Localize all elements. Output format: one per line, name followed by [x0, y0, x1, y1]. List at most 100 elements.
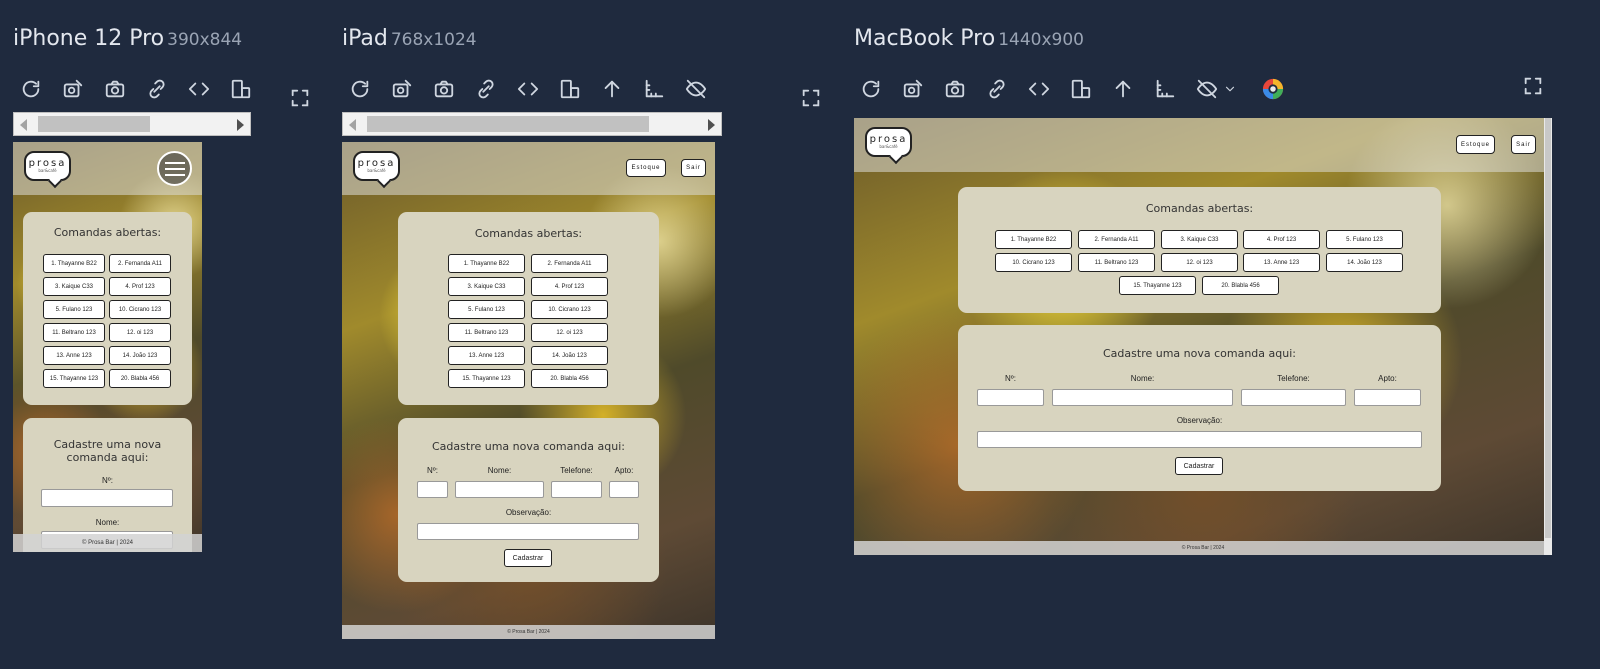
order-button[interactable]: 20. Blabla 456	[531, 369, 608, 388]
notes-label: Observação:	[505, 508, 552, 517]
device-size: 390x844	[167, 30, 243, 50]
number-input[interactable]	[41, 489, 173, 507]
expand-icon[interactable]	[1522, 75, 1548, 101]
refresh-icon[interactable]	[10, 76, 52, 102]
order-button[interactable]: 15. Thayanne 123	[1119, 276, 1196, 295]
link-icon[interactable]	[976, 76, 1018, 102]
scroll-thumb[interactable]	[1545, 118, 1551, 538]
scroll-thumb[interactable]	[38, 116, 150, 132]
order-button[interactable]: 15. Thayanne 123	[448, 369, 525, 388]
order-button[interactable]: 2. Fernanda A11	[531, 254, 608, 273]
number-input[interactable]	[417, 481, 448, 498]
order-button[interactable]: 4. Prof 123	[531, 277, 608, 296]
ipad-viewport: prosa bar&café Estoque Sair Comandas abe…	[342, 142, 715, 639]
camera-icon[interactable]	[934, 76, 976, 102]
notes-input[interactable]	[417, 523, 639, 540]
order-button[interactable]: 4. Prof 123	[109, 277, 171, 296]
order-button[interactable]: 13. Anne 123	[448, 346, 525, 365]
order-button[interactable]: 3. Kaique C33	[448, 277, 525, 296]
order-button[interactable]: 13. Anne 123	[1243, 253, 1320, 272]
refresh-icon[interactable]	[850, 76, 892, 102]
new-order-title-line2: comanda aqui:	[66, 451, 149, 464]
order-button[interactable]: 12. oi 123	[109, 323, 171, 342]
horizontal-scrollbar[interactable]	[342, 112, 722, 136]
camera-icon[interactable]	[423, 76, 465, 102]
name-input[interactable]	[1052, 389, 1233, 406]
order-button[interactable]: 20. Blabla 456	[1202, 276, 1279, 295]
order-button[interactable]: 13. Anne 123	[43, 346, 105, 365]
order-button[interactable]: 11. Beltrano 123	[43, 323, 105, 342]
eye-off-icon[interactable]	[675, 76, 717, 102]
scroll-left-arrow[interactable]	[20, 119, 27, 131]
code-icon[interactable]	[1018, 76, 1060, 102]
order-button[interactable]: 12. oi 123	[1161, 253, 1238, 272]
order-button[interactable]: 11. Beltrano 123	[1078, 253, 1155, 272]
order-button[interactable]: 1. Thayanne B22	[995, 230, 1072, 249]
notes-input[interactable]	[977, 431, 1422, 448]
rotate-device-icon[interactable]	[220, 76, 262, 102]
hamburger-menu-icon[interactable]	[157, 151, 192, 186]
camera-icon[interactable]	[94, 76, 136, 102]
apt-input[interactable]	[1354, 389, 1421, 406]
scroll-right-arrow[interactable]	[708, 119, 715, 131]
order-button[interactable]: 5. Fulano 123	[1326, 230, 1403, 249]
order-button[interactable]: 2. Fernanda A11	[109, 254, 171, 273]
order-button[interactable]: 1. Thayanne B22	[43, 254, 105, 273]
rotate-device-icon[interactable]	[1060, 76, 1102, 102]
ruler-icon[interactable]	[633, 76, 675, 102]
code-icon[interactable]	[178, 76, 220, 102]
link-icon[interactable]	[136, 76, 178, 102]
order-button[interactable]: 14. João 123	[531, 346, 608, 365]
phone-input[interactable]	[1241, 389, 1346, 406]
prosa-logo[interactable]: prosa bar&café	[865, 127, 912, 157]
prosa-logo[interactable]: prosa bar&café	[24, 151, 71, 181]
chevron-down-icon[interactable]	[1220, 76, 1240, 102]
logout-button[interactable]: Sair	[1511, 135, 1536, 154]
number-input[interactable]	[977, 389, 1044, 406]
refresh-icon[interactable]	[339, 76, 381, 102]
scroll-left-arrow[interactable]	[349, 119, 356, 131]
code-icon[interactable]	[507, 76, 549, 102]
arrow-up-icon[interactable]	[591, 76, 633, 102]
link-icon[interactable]	[465, 76, 507, 102]
order-button[interactable]: 10. Cicrano 123	[109, 300, 171, 319]
stock-button[interactable]: Estoque	[626, 159, 666, 177]
color-picker-icon[interactable]	[1252, 76, 1294, 102]
prosa-logo[interactable]: prosa bar&café	[353, 151, 400, 181]
rotate-device-icon[interactable]	[549, 76, 591, 102]
horizontal-scrollbar[interactable]	[13, 112, 251, 136]
ruler-icon[interactable]	[1144, 76, 1186, 102]
submit-button[interactable]: Cadastrar	[1175, 457, 1223, 475]
order-button[interactable]: 3. Kaique C33	[43, 277, 105, 296]
number-label: Nº:	[102, 476, 113, 485]
submit-button[interactable]: Cadastrar	[504, 549, 552, 567]
order-button[interactable]: 4. Prof 123	[1243, 230, 1320, 249]
logout-button[interactable]: Sair	[681, 159, 706, 177]
name-input[interactable]	[455, 481, 544, 498]
order-button[interactable]: 1. Thayanne B22	[448, 254, 525, 273]
phone-input[interactable]	[551, 481, 602, 498]
scroll-thumb[interactable]	[367, 116, 649, 132]
scroll-right-arrow[interactable]	[237, 119, 244, 131]
order-button[interactable]: 11. Beltrano 123	[448, 323, 525, 342]
order-button[interactable]: 14. João 123	[109, 346, 171, 365]
stock-button[interactable]: Estoque	[1456, 135, 1495, 154]
order-button[interactable]: 2. Fernanda A11	[1078, 230, 1155, 249]
order-button[interactable]: 10. Cicrano 123	[531, 300, 608, 319]
order-button[interactable]: 5. Fulano 123	[448, 300, 525, 319]
order-button[interactable]: 3. Kaique C33	[1161, 230, 1238, 249]
order-button[interactable]: 10. Cicrano 123	[995, 253, 1072, 272]
order-button[interactable]: 12. oi 123	[531, 323, 608, 342]
arrow-up-icon[interactable]	[1102, 76, 1144, 102]
expand-icon[interactable]	[289, 87, 315, 113]
apt-input[interactable]	[609, 481, 639, 498]
order-button[interactable]: 14. João 123	[1326, 253, 1403, 272]
vertical-scrollbar[interactable]	[1544, 118, 1552, 555]
screenshot-edit-icon[interactable]	[52, 76, 94, 102]
order-button[interactable]: 15. Thayanne 123	[43, 369, 105, 388]
expand-icon[interactable]	[800, 87, 826, 113]
screenshot-edit-icon[interactable]	[892, 76, 934, 102]
screenshot-edit-icon[interactable]	[381, 76, 423, 102]
order-button[interactable]: 20. Blabla 456	[109, 369, 171, 388]
order-button[interactable]: 5. Fulano 123	[43, 300, 105, 319]
